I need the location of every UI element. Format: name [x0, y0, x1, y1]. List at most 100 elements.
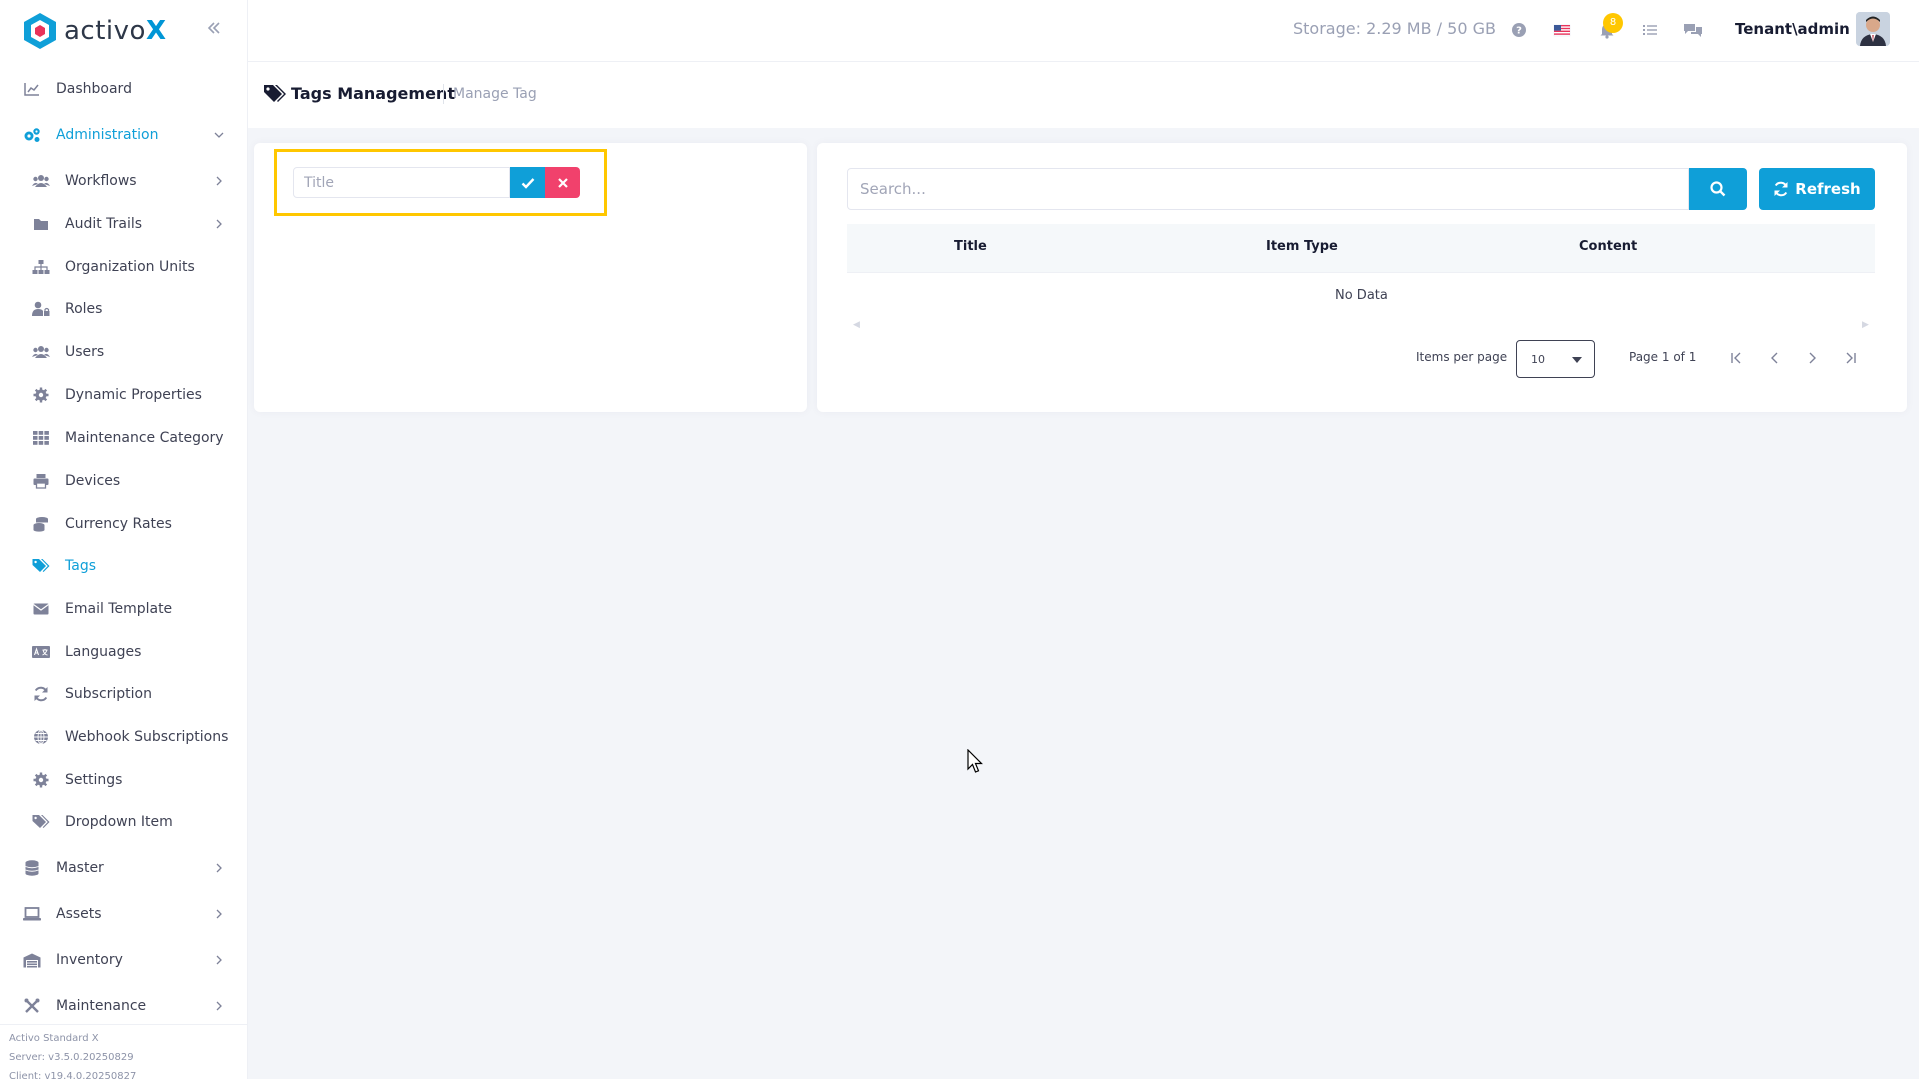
cancel-button[interactable]: [545, 167, 580, 198]
column-header-item-type[interactable]: Item Type: [1266, 239, 1338, 254]
sidebar-item-languages[interactable]: Languages: [0, 642, 247, 662]
cog-icon: [32, 771, 50, 789]
refresh-icon: [1774, 181, 1788, 197]
sidebar-item-settings[interactable]: Settings: [0, 770, 247, 790]
sidebar-item-roles[interactable]: Roles: [0, 299, 247, 319]
us-flag-icon[interactable]: [1551, 19, 1573, 41]
sidebar-item-dashboard[interactable]: Dashboard: [0, 79, 247, 99]
first-page-button[interactable]: [1727, 348, 1747, 368]
client-version: Client: v19.4.0.20250827: [9, 1071, 137, 1079]
database-icon: [23, 859, 41, 877]
items-per-page-label: Items per page: [1416, 350, 1508, 364]
sidebar-item-users[interactable]: Users: [0, 342, 247, 362]
sidebar-item-label: Workflows: [65, 173, 137, 189]
chevron-down-icon: [214, 132, 224, 138]
sidebar-item-currency-rates[interactable]: Currency Rates: [0, 514, 247, 534]
chat-icon[interactable]: [1682, 19, 1704, 41]
previous-page-button[interactable]: [1765, 348, 1785, 368]
chevron-right-icon: [216, 1001, 222, 1011]
help-icon[interactable]: ?: [1508, 19, 1530, 41]
sidebar-item-label: Currency Rates: [65, 516, 172, 532]
items-per-page-value: 10: [1531, 353, 1545, 366]
warehouse-icon: [23, 951, 41, 969]
sidebar-item-administration[interactable]: Administration: [0, 125, 247, 145]
sidebar-item-label: Settings: [65, 772, 123, 788]
users-icon: [32, 343, 50, 361]
last-page-button[interactable]: [1840, 348, 1860, 368]
chevron-left-icon: [1771, 352, 1778, 364]
save-button[interactable]: [510, 167, 545, 198]
cog-icon: [32, 386, 50, 404]
sidebar-item-master[interactable]: Master: [0, 858, 247, 878]
notification-badge: 8: [1603, 13, 1623, 33]
chevron-right-icon: [216, 955, 222, 965]
folder-icon: [32, 215, 50, 233]
language-icon: [32, 643, 50, 661]
svg-text:?: ?: [1516, 26, 1522, 37]
collapse-sidebar-icon[interactable]: [204, 18, 224, 38]
page-subtitle: Manage Tag: [453, 86, 537, 102]
sidebar-item-label: Dashboard: [56, 81, 132, 97]
sidebar-item-label: Users: [65, 344, 105, 360]
page-info: Page 1 of 1: [1629, 350, 1697, 364]
check-icon: [521, 177, 534, 189]
sidebar-item-subscription[interactable]: Subscription: [0, 684, 247, 704]
last-page-icon: [1846, 352, 1856, 364]
sidebar: activoX Dashboard Administration Workflo…: [0, 0, 248, 1079]
user-name[interactable]: Tenant\admin: [1735, 20, 1850, 38]
coins-icon: [32, 515, 50, 533]
sidebar-item-webhook-subscriptions[interactable]: Webhook Subscriptions: [0, 727, 247, 747]
sidebar-item-assets[interactable]: Assets: [0, 904, 247, 924]
sidebar-item-label: Inventory: [56, 952, 123, 968]
sidebar-item-label: Organization Units: [65, 259, 195, 275]
server-version: Server: v3.5.0.20250829: [9, 1052, 134, 1063]
storage-usage: Storage: 2.29 MB / 50 GB: [1293, 19, 1496, 38]
next-page-button[interactable]: [1802, 348, 1822, 368]
sidebar-item-email-template[interactable]: Email Template: [0, 599, 247, 619]
user-avatar[interactable]: [1856, 12, 1890, 46]
sidebar-item-maintenance-category[interactable]: Maintenance Category: [0, 428, 247, 448]
header-divider: [443, 84, 444, 104]
column-header-title[interactable]: Title: [954, 239, 987, 254]
search-input[interactable]: [847, 168, 1689, 210]
page-header: Tags Management Manage Tag: [248, 62, 1919, 128]
sidebar-item-audit-trails[interactable]: Audit Trails: [0, 214, 247, 234]
brand-name: activoX: [64, 16, 167, 46]
chevron-right-icon: [216, 863, 222, 873]
th-icon: [32, 429, 50, 447]
column-header-content[interactable]: Content: [1579, 239, 1637, 254]
print-icon: [32, 472, 50, 490]
sidebar-item-label: Tags: [65, 558, 96, 574]
sidebar-item-maintenance[interactable]: Maintenance: [0, 996, 247, 1016]
tags-icon: [263, 83, 287, 105]
first-page-icon: [1731, 352, 1741, 364]
user-lock-icon: [32, 300, 50, 318]
sidebar-item-workflows[interactable]: Workflows: [0, 171, 247, 191]
sidebar-item-devices[interactable]: Devices: [0, 471, 247, 491]
items-per-page-select[interactable]: 10: [1516, 340, 1595, 378]
version-info: Activo Standard X Server: v3.5.0.2025082…: [0, 1024, 247, 1079]
chevron-right-icon: [216, 909, 222, 919]
sidebar-item-inventory[interactable]: Inventory: [0, 950, 247, 970]
sidebar-item-organization-units[interactable]: Organization Units: [0, 257, 247, 277]
title-input[interactable]: [293, 167, 510, 198]
refresh-button[interactable]: Refresh: [1759, 168, 1875, 210]
sidebar-item-dropdown-item[interactable]: Dropdown Item: [0, 812, 247, 832]
caret-down-icon: [1572, 357, 1582, 363]
chevron-right-icon: [1809, 352, 1816, 364]
chevron-right-icon: [216, 176, 222, 186]
scroll-left-arrow-icon[interactable]: ◀: [853, 320, 860, 330]
sidebar-item-tags[interactable]: Tags: [0, 556, 247, 576]
sidebar-item-label: Languages: [65, 644, 142, 660]
tools-icon: [23, 997, 41, 1015]
sidebar-item-label: Subscription: [65, 686, 152, 702]
scroll-right-arrow-icon[interactable]: ▶: [1862, 320, 1869, 330]
page-title: Tags Management: [291, 84, 455, 103]
close-icon: [557, 177, 568, 188]
sidebar-menu: Dashboard Administration Workflows Audit…: [0, 78, 247, 1024]
search-button[interactable]: [1689, 168, 1747, 210]
empty-state-text: No Data: [1335, 288, 1388, 303]
task-list-icon[interactable]: [1639, 19, 1661, 41]
brand[interactable]: activoX: [22, 10, 167, 52]
sidebar-item-dynamic-properties[interactable]: Dynamic Properties: [0, 385, 247, 405]
